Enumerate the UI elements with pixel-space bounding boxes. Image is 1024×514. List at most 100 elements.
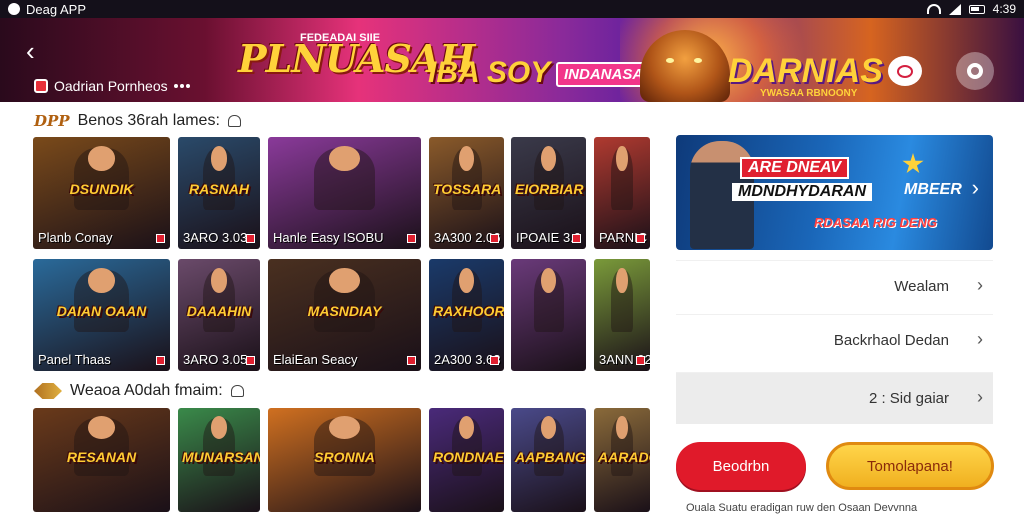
game-character — [329, 416, 360, 440]
game-tile[interactable]: RESANAN — [33, 408, 170, 512]
badge-icon — [636, 234, 645, 243]
game-character — [459, 145, 474, 171]
chat-icon — [897, 64, 913, 78]
game-tile[interactable]: RAXHOORAN2A300 3.63 — [429, 259, 504, 371]
badge-icon — [636, 356, 645, 365]
game-character — [616, 267, 628, 293]
game-character — [87, 145, 116, 171]
section-logo: DPP — [34, 112, 70, 130]
status-time: 4:39 — [992, 2, 1016, 16]
badge-icon — [490, 356, 499, 365]
game-character — [616, 145, 628, 171]
heart-icon[interactable] — [230, 385, 244, 397]
secondary-button[interactable]: Tomolapana! — [826, 442, 994, 490]
section-title: Benos 36rah lames: — [77, 112, 220, 129]
game-character — [210, 145, 228, 171]
game-title: AAPBANGE — [515, 448, 586, 465]
game-character — [541, 145, 556, 171]
game-tile[interactable]: MASNDIAY ElaiEan Seacy — [268, 259, 421, 371]
chevron-right-icon: › — [977, 275, 983, 295]
banner-brand-sub: YWASAA RBNOONY — [760, 88, 858, 99]
game-tile[interactable]: AARADO — [594, 408, 650, 512]
game-caption: Hanle Easy ISOBU — [273, 230, 384, 245]
menu-item-label: Backrhaol Dedan — [833, 332, 949, 349]
game-title: DAIAN OAAN — [56, 302, 147, 319]
heart-icon[interactable] — [227, 115, 241, 127]
game-title: RESANAN — [66, 448, 137, 465]
game-tile[interactable]: Hanle Easy ISOBU — [268, 137, 421, 249]
game-character — [541, 267, 556, 293]
chevron-right-icon: › — [977, 387, 983, 407]
menu-item-label: 2 : Sid gaiar — [868, 390, 949, 407]
profile-icon — [967, 63, 983, 79]
game-tile[interactable]: SRONNA — [268, 408, 421, 512]
menu-item-backrhaol[interactable]: Backrhaol Dedan › — [676, 314, 993, 366]
game-caption: ElaiEan Seacy — [273, 352, 358, 367]
menu-item-label: Wealam — [894, 278, 949, 295]
game-title: AARADO — [598, 448, 650, 465]
wifi-icon — [926, 4, 941, 14]
badge-icon — [246, 356, 255, 365]
back-button[interactable]: ‹ — [26, 38, 50, 64]
game-tile[interactable]: EIORBIAR IPOAIE 3.0 — [511, 137, 586, 249]
section-header: Weaoa A0dah fmaim: — [34, 382, 244, 400]
banner-subtitle: IBA SOY — [428, 56, 551, 89]
game-tile[interactable] — [511, 259, 586, 371]
game-title: MUNARSAN — [182, 448, 260, 465]
badge-icon — [246, 234, 255, 243]
more-dots-icon[interactable] — [173, 84, 190, 88]
menu-item-sid-gaiar[interactable]: 2 : Sid gaiar › — [676, 372, 993, 424]
game-title: TOSSARA — [433, 180, 502, 197]
badge-icon — [156, 234, 165, 243]
game-tile[interactable]: DAAAHIN 3ARO 3.05 — [178, 259, 260, 371]
game-title: MASNDIAY — [307, 302, 382, 319]
owner-name: Oadrian Pornheos — [54, 78, 168, 94]
game-title: DAAAHIN — [186, 302, 252, 319]
status-icons: 4:39 — [926, 2, 1016, 16]
game-title: RASNAH — [189, 180, 249, 197]
promo-line4: RDASAA RIG DENG — [814, 215, 938, 230]
game-tile[interactable]: PARNIC HA — [594, 137, 650, 249]
game-title: EIORBIAR — [515, 180, 584, 197]
section-title: Weaoa A0dah fmaim: — [70, 382, 223, 399]
game-caption: 3ARO 3.05 — [183, 352, 248, 367]
beast-eye — [694, 58, 702, 63]
game-character — [87, 267, 116, 293]
game-tile[interactable]: DSUNDIK Planb Conay — [33, 137, 170, 249]
app-icon — [8, 3, 20, 15]
game-tile[interactable]: RASNAH 3ARO 3.03 — [178, 137, 260, 249]
game-character — [459, 267, 474, 293]
profile-button[interactable] — [956, 52, 994, 90]
game-tile[interactable]: AAPBANGE — [511, 408, 586, 512]
game-tile[interactable]: 3ANN 02 — [594, 259, 650, 371]
game-tile[interactable]: DAIAN OAAN Panel Thaas — [33, 259, 170, 371]
game-character — [210, 267, 228, 293]
chat-button[interactable] — [888, 56, 922, 86]
promo-line1: ARE DNEAV — [740, 157, 850, 179]
game-tile[interactable]: MUNARSAN — [178, 408, 260, 512]
game-title: RAXHOORAN — [433, 302, 504, 319]
badge-icon — [490, 234, 499, 243]
owner-icon — [34, 79, 48, 93]
game-caption: Panel Thaas — [38, 352, 111, 367]
game-title: DSUNDIK — [69, 180, 134, 197]
badge-icon — [156, 356, 165, 365]
banner-owner[interactable]: Oadrian Pornheos — [34, 78, 190, 94]
primary-button[interactable]: Beodrbn — [676, 442, 806, 490]
menu-item-wealam[interactable]: Wealam › — [676, 260, 993, 312]
hero-banner[interactable]: ‹ FEDEADAI SIIE PLNUASAH IBA SOY INDANAS… — [0, 18, 1024, 102]
signal-icon — [948, 3, 961, 15]
promo-card[interactable]: ARE DNEAV MDNDHYDARAN MBEER RDASAA RIG D… — [676, 135, 993, 250]
banner-brand: DARNIAS — [728, 52, 883, 90]
game-tile[interactable]: TOSSARA 3A300 2.06 — [429, 137, 504, 249]
promo-line2: MDNDHYDARAN — [732, 183, 872, 201]
game-character — [329, 267, 360, 293]
footer-text: Ouala Suatu eradigan ruw den Osaan Devvn… — [686, 502, 918, 514]
game-tile[interactable]: RONDNAE — [429, 408, 504, 512]
star-icon — [902, 153, 924, 174]
chevron-right-icon: › — [977, 329, 983, 349]
game-character — [616, 416, 628, 440]
badge-icon — [407, 234, 416, 243]
badge-icon — [407, 356, 416, 365]
game-caption: Planb Conay — [38, 230, 113, 245]
